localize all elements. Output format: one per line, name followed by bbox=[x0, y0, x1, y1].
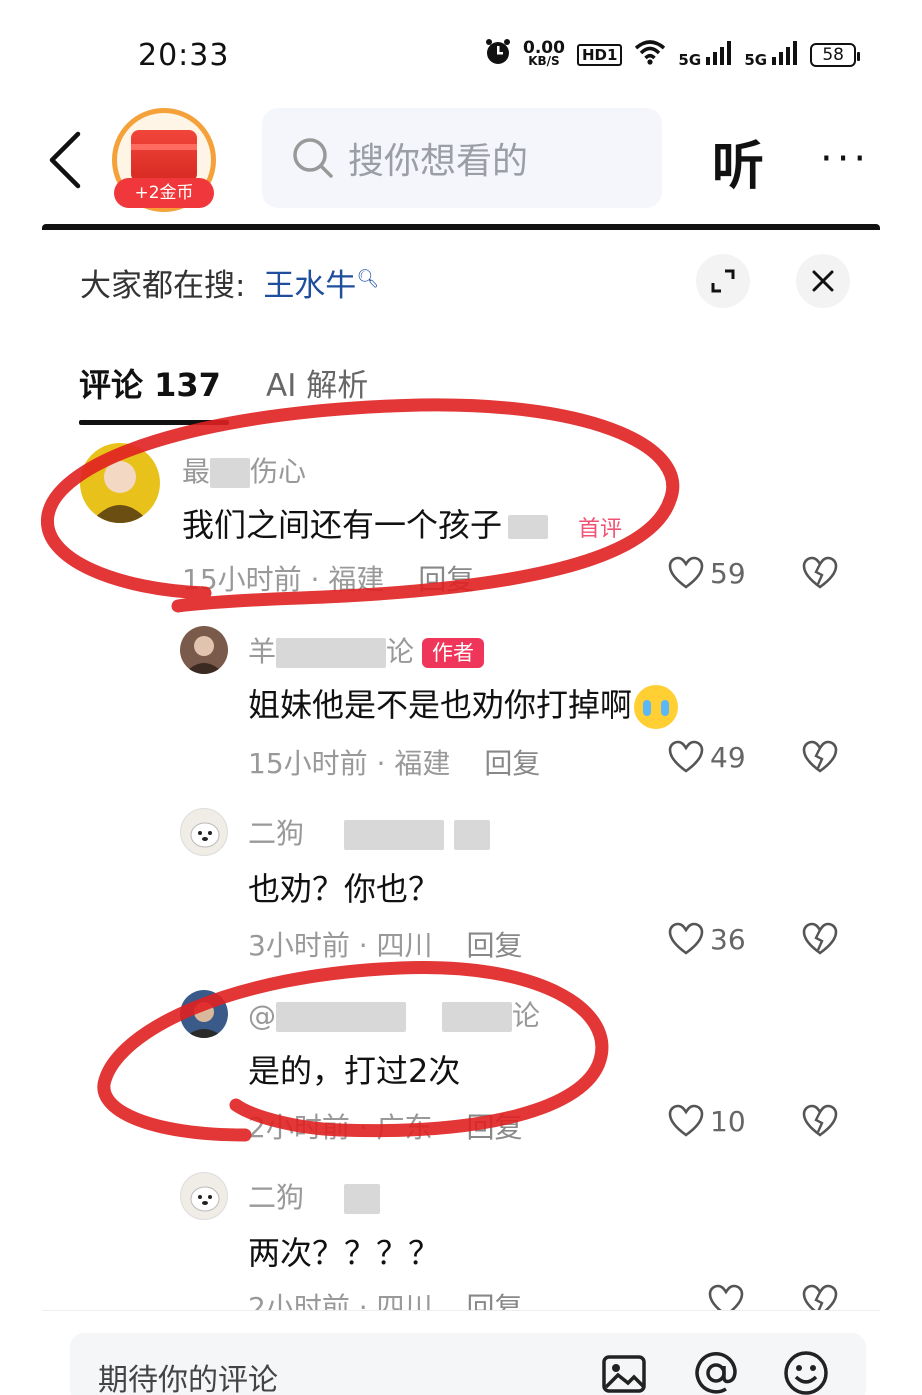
top-nav: +2金币 搜你想看的 听 ··· bbox=[0, 100, 922, 218]
comment-text: 也劝？你也？ bbox=[248, 870, 441, 908]
comment-username[interactable]: 最伤心 bbox=[182, 450, 306, 490]
comment-text: 是的，打过2次 bbox=[248, 1052, 461, 1090]
search-placeholder: 搜你想看的 bbox=[348, 141, 529, 182]
comment-meta: 2小时前 · 广东 回复 bbox=[248, 1111, 523, 1144]
broken-heart-icon bbox=[802, 1104, 838, 1137]
heart-icon bbox=[668, 556, 704, 589]
broken-heart-icon bbox=[802, 922, 838, 955]
avatar[interactable] bbox=[180, 626, 228, 674]
wifi-icon bbox=[634, 39, 666, 70]
back-button[interactable] bbox=[46, 130, 86, 190]
comment-input-bar: 期待你的评论 bbox=[42, 1310, 880, 1395]
dislike-button[interactable] bbox=[802, 556, 838, 594]
coin-badge: +2金币 bbox=[114, 178, 214, 208]
comment-username[interactable]: 二狗 bbox=[248, 1176, 381, 1216]
reply-button[interactable]: 回复 bbox=[484, 747, 540, 780]
like-count: 49 bbox=[710, 740, 746, 774]
reply-button[interactable]: 回复 bbox=[467, 929, 523, 962]
avatar[interactable] bbox=[180, 990, 228, 1038]
tab-comments[interactable]: 评论 137 bbox=[79, 360, 221, 406]
reply-button[interactable]: 回复 bbox=[467, 1111, 523, 1144]
comment-text: 姐妹他是不是也劝你打掉啊 bbox=[248, 680, 679, 729]
image-icon bbox=[602, 1355, 646, 1393]
mention-button[interactable] bbox=[692, 1349, 740, 1395]
heart-icon bbox=[668, 740, 704, 773]
comment-input-placeholder: 期待你的评论 bbox=[98, 1363, 278, 1395]
expand-icon bbox=[711, 269, 735, 293]
status-bar: 20:33 0.00 KB/S HD1 5G 5G 58 bbox=[0, 0, 922, 100]
expand-button[interactable] bbox=[696, 254, 750, 308]
signal-5g-icon-2: 5G bbox=[744, 40, 798, 69]
comment-username[interactable]: 羊论作者 bbox=[248, 630, 485, 670]
like-count: 10 bbox=[710, 1104, 746, 1138]
trending-keyword[interactable]: 王水牛 bbox=[263, 268, 356, 304]
tab-active-indicator bbox=[79, 420, 229, 425]
heart-icon bbox=[668, 922, 704, 955]
status-icons: 0.00 KB/S HD1 5G 5G 58 bbox=[485, 37, 860, 71]
comment-username[interactable]: @ 论 bbox=[248, 994, 540, 1034]
crying-emoji-icon bbox=[634, 685, 679, 729]
listen-button[interactable]: 听 bbox=[712, 124, 764, 199]
dislike-button[interactable] bbox=[802, 740, 838, 778]
image-button[interactable] bbox=[600, 1349, 648, 1395]
like-button[interactable]: 10 bbox=[668, 1104, 746, 1138]
like-button[interactable]: 59 bbox=[668, 556, 746, 590]
at-icon bbox=[695, 1352, 737, 1394]
avatar[interactable] bbox=[80, 443, 160, 523]
author-tag: 作者 bbox=[422, 638, 485, 668]
small-search-icon: 🔍︎ bbox=[356, 268, 380, 290]
hd-badge: HD1 bbox=[576, 43, 623, 66]
like-count: 59 bbox=[710, 556, 746, 590]
like-button[interactable]: 49 bbox=[668, 740, 746, 774]
dislike-button[interactable] bbox=[802, 1104, 838, 1142]
comment-text: 我们之间还有一个孩子 首评 bbox=[182, 506, 623, 544]
trending-search[interactable]: 大家都在搜: 王水牛🔍︎ bbox=[80, 260, 379, 305]
alarm-icon bbox=[485, 38, 511, 71]
avatar[interactable] bbox=[180, 808, 228, 856]
coin-reward-button[interactable]: +2金币 bbox=[112, 108, 216, 212]
emoji-button[interactable] bbox=[782, 1349, 830, 1395]
heart-icon bbox=[668, 1104, 704, 1137]
trending-prefix: 大家都在搜: bbox=[80, 268, 246, 304]
more-button[interactable]: ··· bbox=[820, 136, 870, 182]
comment-meta: 15小时前 · 福建 回复 bbox=[182, 563, 475, 596]
tab-ai-analysis[interactable]: AI 解析 bbox=[266, 360, 368, 405]
comment-input[interactable]: 期待你的评论 bbox=[70, 1333, 866, 1395]
signal-5g-icon-1: 5G bbox=[678, 40, 732, 69]
smiley-icon bbox=[784, 1351, 828, 1395]
red-packet-icon bbox=[131, 130, 197, 182]
broken-heart-icon bbox=[802, 740, 838, 773]
status-time: 20:33 bbox=[138, 38, 230, 73]
battery-indicator: 58 bbox=[810, 42, 860, 67]
like-button[interactable]: 36 bbox=[668, 922, 746, 956]
close-icon bbox=[812, 270, 834, 292]
comment-meta: 3小时前 · 四川 回复 bbox=[248, 929, 523, 962]
comment-meta: 15小时前 · 福建 回复 bbox=[248, 747, 541, 780]
search-bar[interactable]: 搜你想看的 bbox=[262, 108, 662, 208]
net-speed: 0.00 KB/S bbox=[522, 37, 565, 68]
dislike-button[interactable] bbox=[802, 922, 838, 960]
broken-heart-icon bbox=[802, 556, 838, 589]
comment-panel: 大家都在搜: 王水牛🔍︎ 评论 137 AI 解析 bbox=[42, 224, 880, 1395]
comment-username[interactable]: 二狗 bbox=[248, 812, 491, 852]
search-icon bbox=[293, 138, 333, 178]
like-count: 36 bbox=[710, 922, 746, 956]
close-button[interactable] bbox=[796, 254, 850, 308]
reply-button[interactable]: 回复 bbox=[418, 563, 474, 596]
avatar[interactable] bbox=[180, 1172, 228, 1220]
first-comment-tag: 首评 bbox=[578, 517, 623, 542]
comment-text: 两次？？？？ bbox=[248, 1234, 441, 1272]
chevron-left-icon bbox=[49, 131, 81, 189]
